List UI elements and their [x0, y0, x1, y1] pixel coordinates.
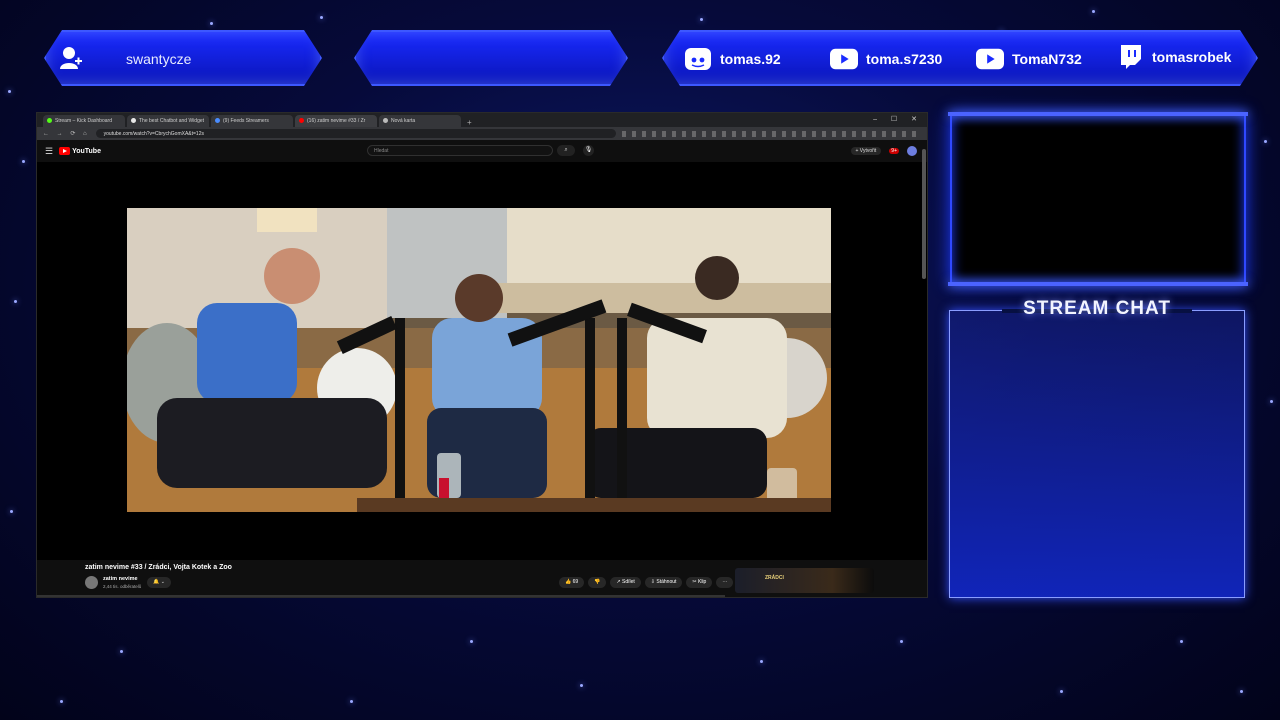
like-button[interactable]: 👍 69: [559, 577, 585, 588]
tab-favicon-icon: [215, 118, 220, 123]
social-handle: toma.s7230: [866, 51, 943, 67]
youtube-logo[interactable]: YouTube: [59, 147, 101, 155]
tab-favicon-icon: [131, 118, 136, 123]
search-input[interactable]: Hledat: [367, 145, 553, 156]
social-handle: TomaN732: [1012, 51, 1082, 67]
browser-tab[interactable]: Nová karta: [379, 115, 461, 127]
tab-label: Stream – Kick Dashboard: [55, 118, 112, 124]
youtube-header: ☰ YouTube Hledat ⌕ 🎙 + Vytvořit 9+: [37, 140, 927, 162]
social-handle: tomas.92: [720, 51, 781, 67]
youtube-icon: [830, 48, 858, 70]
channel-avatar[interactable]: [85, 576, 98, 589]
channel-subscribers: 2,44 tis. odběratelů: [103, 584, 142, 589]
video-meta: zatim nevime #33 / Zrádci, Vojta Kotek a…: [37, 560, 927, 597]
browser-tab[interactable]: (9) Feeds Streamers: [211, 115, 293, 127]
avatar[interactable]: [907, 146, 917, 156]
more-button[interactable]: ⋯: [716, 577, 734, 588]
social-twitch: tomasrobek: [1116, 45, 1232, 69]
browser-tab[interactable]: Stream – Kick Dashboard: [43, 115, 125, 127]
download-button[interactable]: ⇩ Stáhnout: [644, 577, 683, 588]
social-youtube-2: TomaN732: [976, 48, 1082, 70]
url-field[interactable]: youtube.com/watch?v=CbrychGomXA&t=12s: [95, 129, 616, 138]
create-button[interactable]: + Vytvořit: [850, 147, 882, 155]
social-youtube-1: toma.s7230: [830, 48, 942, 70]
browser-tab-active[interactable]: (16) zatim nevime #33 / Zr: [295, 115, 377, 127]
video-player[interactable]: [37, 162, 927, 560]
tab-favicon-icon: [383, 118, 388, 123]
streamer-name: swantycze: [126, 51, 192, 67]
browser-tab[interactable]: The best Chatbot and Widget: [127, 115, 209, 127]
page-progress-bar: [37, 595, 725, 597]
extensions-toolbar[interactable]: [621, 130, 921, 137]
social-discord: tomas.92: [684, 48, 781, 70]
recommended-video-thumbnail[interactable]: ZRÁDCI: [735, 568, 874, 593]
youtube-play-icon: [59, 147, 71, 155]
search-icon: ⌕: [564, 147, 568, 153]
recommended-title: ZRÁDCI: [765, 575, 784, 581]
tab-label: (16) zatim nevime #33 / Zr: [307, 118, 366, 124]
search-button[interactable]: ⌕: [557, 145, 575, 156]
tab-label: The best Chatbot and Widget: [139, 118, 205, 124]
video-title: zatim nevime #33 / Zrádci, Vojta Kotek a…: [85, 564, 232, 571]
dislike-button[interactable]: 👎: [588, 577, 607, 588]
nav-buttons[interactable]: ← → ⟳ ⌂: [43, 130, 90, 137]
social-handle: tomasrobek: [1152, 49, 1232, 65]
tab-favicon-icon: [299, 118, 304, 123]
channel-name[interactable]: zatim nevime: [103, 576, 138, 582]
new-tab-button[interactable]: +: [463, 118, 476, 127]
window-controls[interactable]: – ☐ ✕: [873, 115, 923, 123]
discord-icon: [684, 48, 712, 70]
top-bar: swantycze tomas.92 toma.s7230 TomaN732 t…: [0, 26, 1280, 96]
video-actions: 👍 69 👎 ↗ Sdílet ⇩ Stáhnout ✂ Klip ⋯: [559, 577, 734, 588]
browser-tabstrip: Stream – Kick Dashboard The best Chatbot…: [37, 113, 927, 127]
center-pill: [354, 30, 628, 86]
video-frame[interactable]: [127, 208, 831, 512]
twitch-icon: [1116, 45, 1144, 69]
browser-window: Stream – Kick Dashboard The best Chatbot…: [36, 112, 928, 598]
user-add-icon: [60, 47, 82, 69]
scrollbar[interactable]: [922, 149, 926, 279]
clip-button[interactable]: ✂ Klip: [686, 577, 713, 588]
tab-favicon-icon: [47, 118, 52, 123]
menu-icon[interactable]: ☰: [45, 146, 53, 157]
stream-chat-panel: [949, 309, 1245, 598]
tab-label: Nová karta: [391, 118, 416, 124]
stream-chat-title: STREAM CHAT: [1023, 298, 1171, 319]
youtube-icon: [976, 48, 1004, 70]
logo-text: YouTube: [72, 147, 101, 155]
notifications-badge[interactable]: 9+: [889, 148, 899, 154]
tab-label: (9) Feeds Streamers: [223, 118, 269, 124]
share-button[interactable]: ↗ Sdílet: [610, 577, 641, 588]
address-bar: ← → ⟳ ⌂ youtube.com/watch?v=CbrychGomXA&…: [37, 127, 927, 140]
mic-icon[interactable]: 🎙: [583, 145, 594, 156]
notification-bell-button[interactable]: 🔔 ⌄: [147, 577, 171, 588]
webcam-frame: [948, 112, 1248, 286]
youtube-header-actions: + Vytvořit 9+: [850, 146, 917, 156]
